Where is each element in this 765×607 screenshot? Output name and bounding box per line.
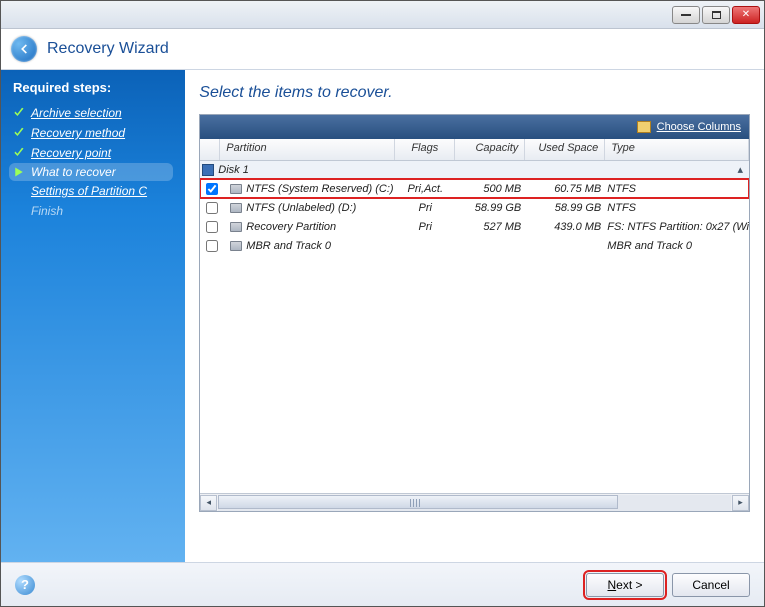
partition-checkbox[interactable] <box>206 240 218 252</box>
wizard-sidebar: Required steps: Archive selection Recove… <box>1 70 185 562</box>
sidebar-step-link[interactable]: Recovery point <box>31 146 111 160</box>
recovery-wizard-window: ✕ Recovery Wizard Required steps: Archiv… <box>0 0 765 607</box>
step-recovery-method[interactable]: Recovery method <box>13 123 173 143</box>
window-chrome: ✕ <box>1 1 764 29</box>
check-icon <box>13 127 25 139</box>
partition-used: 60.75 MB <box>525 183 605 195</box>
maximize-button[interactable] <box>702 6 730 24</box>
next-button-label: ext > <box>616 578 642 592</box>
minimize-button[interactable] <box>672 6 700 24</box>
step-finish: Finish <box>13 201 173 221</box>
column-checkbox <box>200 139 220 160</box>
partition-type: NTFS <box>605 202 749 214</box>
choose-columns-link[interactable]: Choose Columns <box>657 121 741 133</box>
scroll-track[interactable] <box>218 495 731 511</box>
partition-name: NTFS (System Reserved) (C:) <box>246 183 393 195</box>
columns-toolbar: Choose Columns <box>200 115 749 139</box>
partition-checkbox[interactable] <box>206 183 218 195</box>
sidebar-step-link[interactable]: Archive selection <box>31 106 122 120</box>
columns-icon <box>637 121 651 133</box>
partition-icon <box>230 184 242 194</box>
disk-label: Disk 1 <box>218 164 249 176</box>
sidebar-step-link[interactable]: Settings of Partition C <box>31 184 147 198</box>
grid-header: Partition Flags Capacity Used Space Type <box>200 139 749 161</box>
partition-name: MBR and Track 0 <box>246 240 331 252</box>
partition-icon <box>230 241 242 251</box>
partition-capacity: 500 MB <box>455 183 525 195</box>
title-bar: Recovery Wizard <box>1 29 764 69</box>
check-icon <box>13 147 25 159</box>
partition-row[interactable]: MBR and Track 0 MBR and Track 0 <box>200 236 749 255</box>
step-archive-selection[interactable]: Archive selection <box>13 103 173 123</box>
partition-checkbox[interactable] <box>206 221 218 233</box>
check-icon <box>13 107 25 119</box>
partition-type: NTFS <box>605 183 749 195</box>
partition-row[interactable]: NTFS (System Reserved) (C:) Pri,Act. 500… <box>200 179 749 198</box>
column-partition[interactable]: Partition <box>220 139 395 160</box>
partition-type: FS: NTFS Partition: 0x27 (Wi <box>605 221 749 233</box>
grid-body: Disk 1 ▴ NTFS (System Reserved) (C:) Pri… <box>200 161 749 493</box>
partition-flags: Pri <box>395 221 455 233</box>
partition-flags: Pri <box>395 202 455 214</box>
partition-row[interactable]: NTFS (Unlabeled) (D:) Pri 58.99 GB 58.99… <box>200 198 749 217</box>
partition-row[interactable]: Recovery Partition Pri 527 MB 439.0 MB F… <box>200 217 749 236</box>
column-capacity[interactable]: Capacity <box>455 139 525 160</box>
scroll-thumb[interactable] <box>218 495 618 509</box>
scroll-right-button[interactable]: ▸ <box>732 495 749 511</box>
disk-row[interactable]: Disk 1 ▴ <box>200 161 749 179</box>
content-panel: Select the items to recover. Choose Colu… <box>185 70 764 562</box>
scroll-left-button[interactable]: ◂ <box>200 495 217 511</box>
partition-used: 439.0 MB <box>525 221 605 233</box>
column-flags[interactable]: Flags <box>395 139 455 160</box>
partition-panel: Choose Columns Partition Flags Capacity … <box>199 114 750 512</box>
cancel-button[interactable]: Cancel <box>672 573 750 597</box>
content-title: Select the items to recover. <box>199 84 750 102</box>
partition-icon <box>230 203 242 213</box>
step-what-to-recover: What to recover <box>9 163 173 181</box>
column-used-space[interactable]: Used Space <box>525 139 605 160</box>
sidebar-step-disabled: Finish <box>31 204 63 218</box>
partition-used: 58.99 GB <box>525 202 605 214</box>
help-button[interactable]: ? <box>15 575 35 595</box>
close-button[interactable]: ✕ <box>732 6 760 24</box>
sidebar-step-current: What to recover <box>31 165 116 179</box>
sidebar-step-link[interactable]: Recovery method <box>31 126 125 140</box>
disk-icon <box>202 164 214 176</box>
partition-icon <box>230 222 242 232</box>
partition-flags: Pri,Act. <box>395 183 455 195</box>
partition-name: NTFS (Unlabeled) (D:) <box>246 202 356 214</box>
partition-name: Recovery Partition <box>246 221 336 233</box>
footer: ? Next > Cancel <box>1 562 764 606</box>
main-area: Required steps: Archive selection Recove… <box>1 70 764 562</box>
sidebar-header: Required steps: <box>13 80 173 95</box>
window-title: Recovery Wizard <box>47 40 169 58</box>
next-button[interactable]: Next > <box>586 573 664 597</box>
step-settings-partition-c[interactable]: Settings of Partition C <box>13 181 173 201</box>
collapse-icon[interactable]: ▴ <box>737 163 743 176</box>
back-button[interactable] <box>11 36 37 62</box>
arrow-right-icon <box>13 166 25 178</box>
partition-checkbox[interactable] <box>206 202 218 214</box>
partition-type: MBR and Track 0 <box>605 240 749 252</box>
step-recovery-point[interactable]: Recovery point <box>13 143 173 163</box>
partition-capacity: 58.99 GB <box>455 202 525 214</box>
partition-capacity: 527 MB <box>455 221 525 233</box>
horizontal-scrollbar[interactable]: ◂ ▸ <box>200 493 749 511</box>
column-type[interactable]: Type <box>605 139 749 160</box>
